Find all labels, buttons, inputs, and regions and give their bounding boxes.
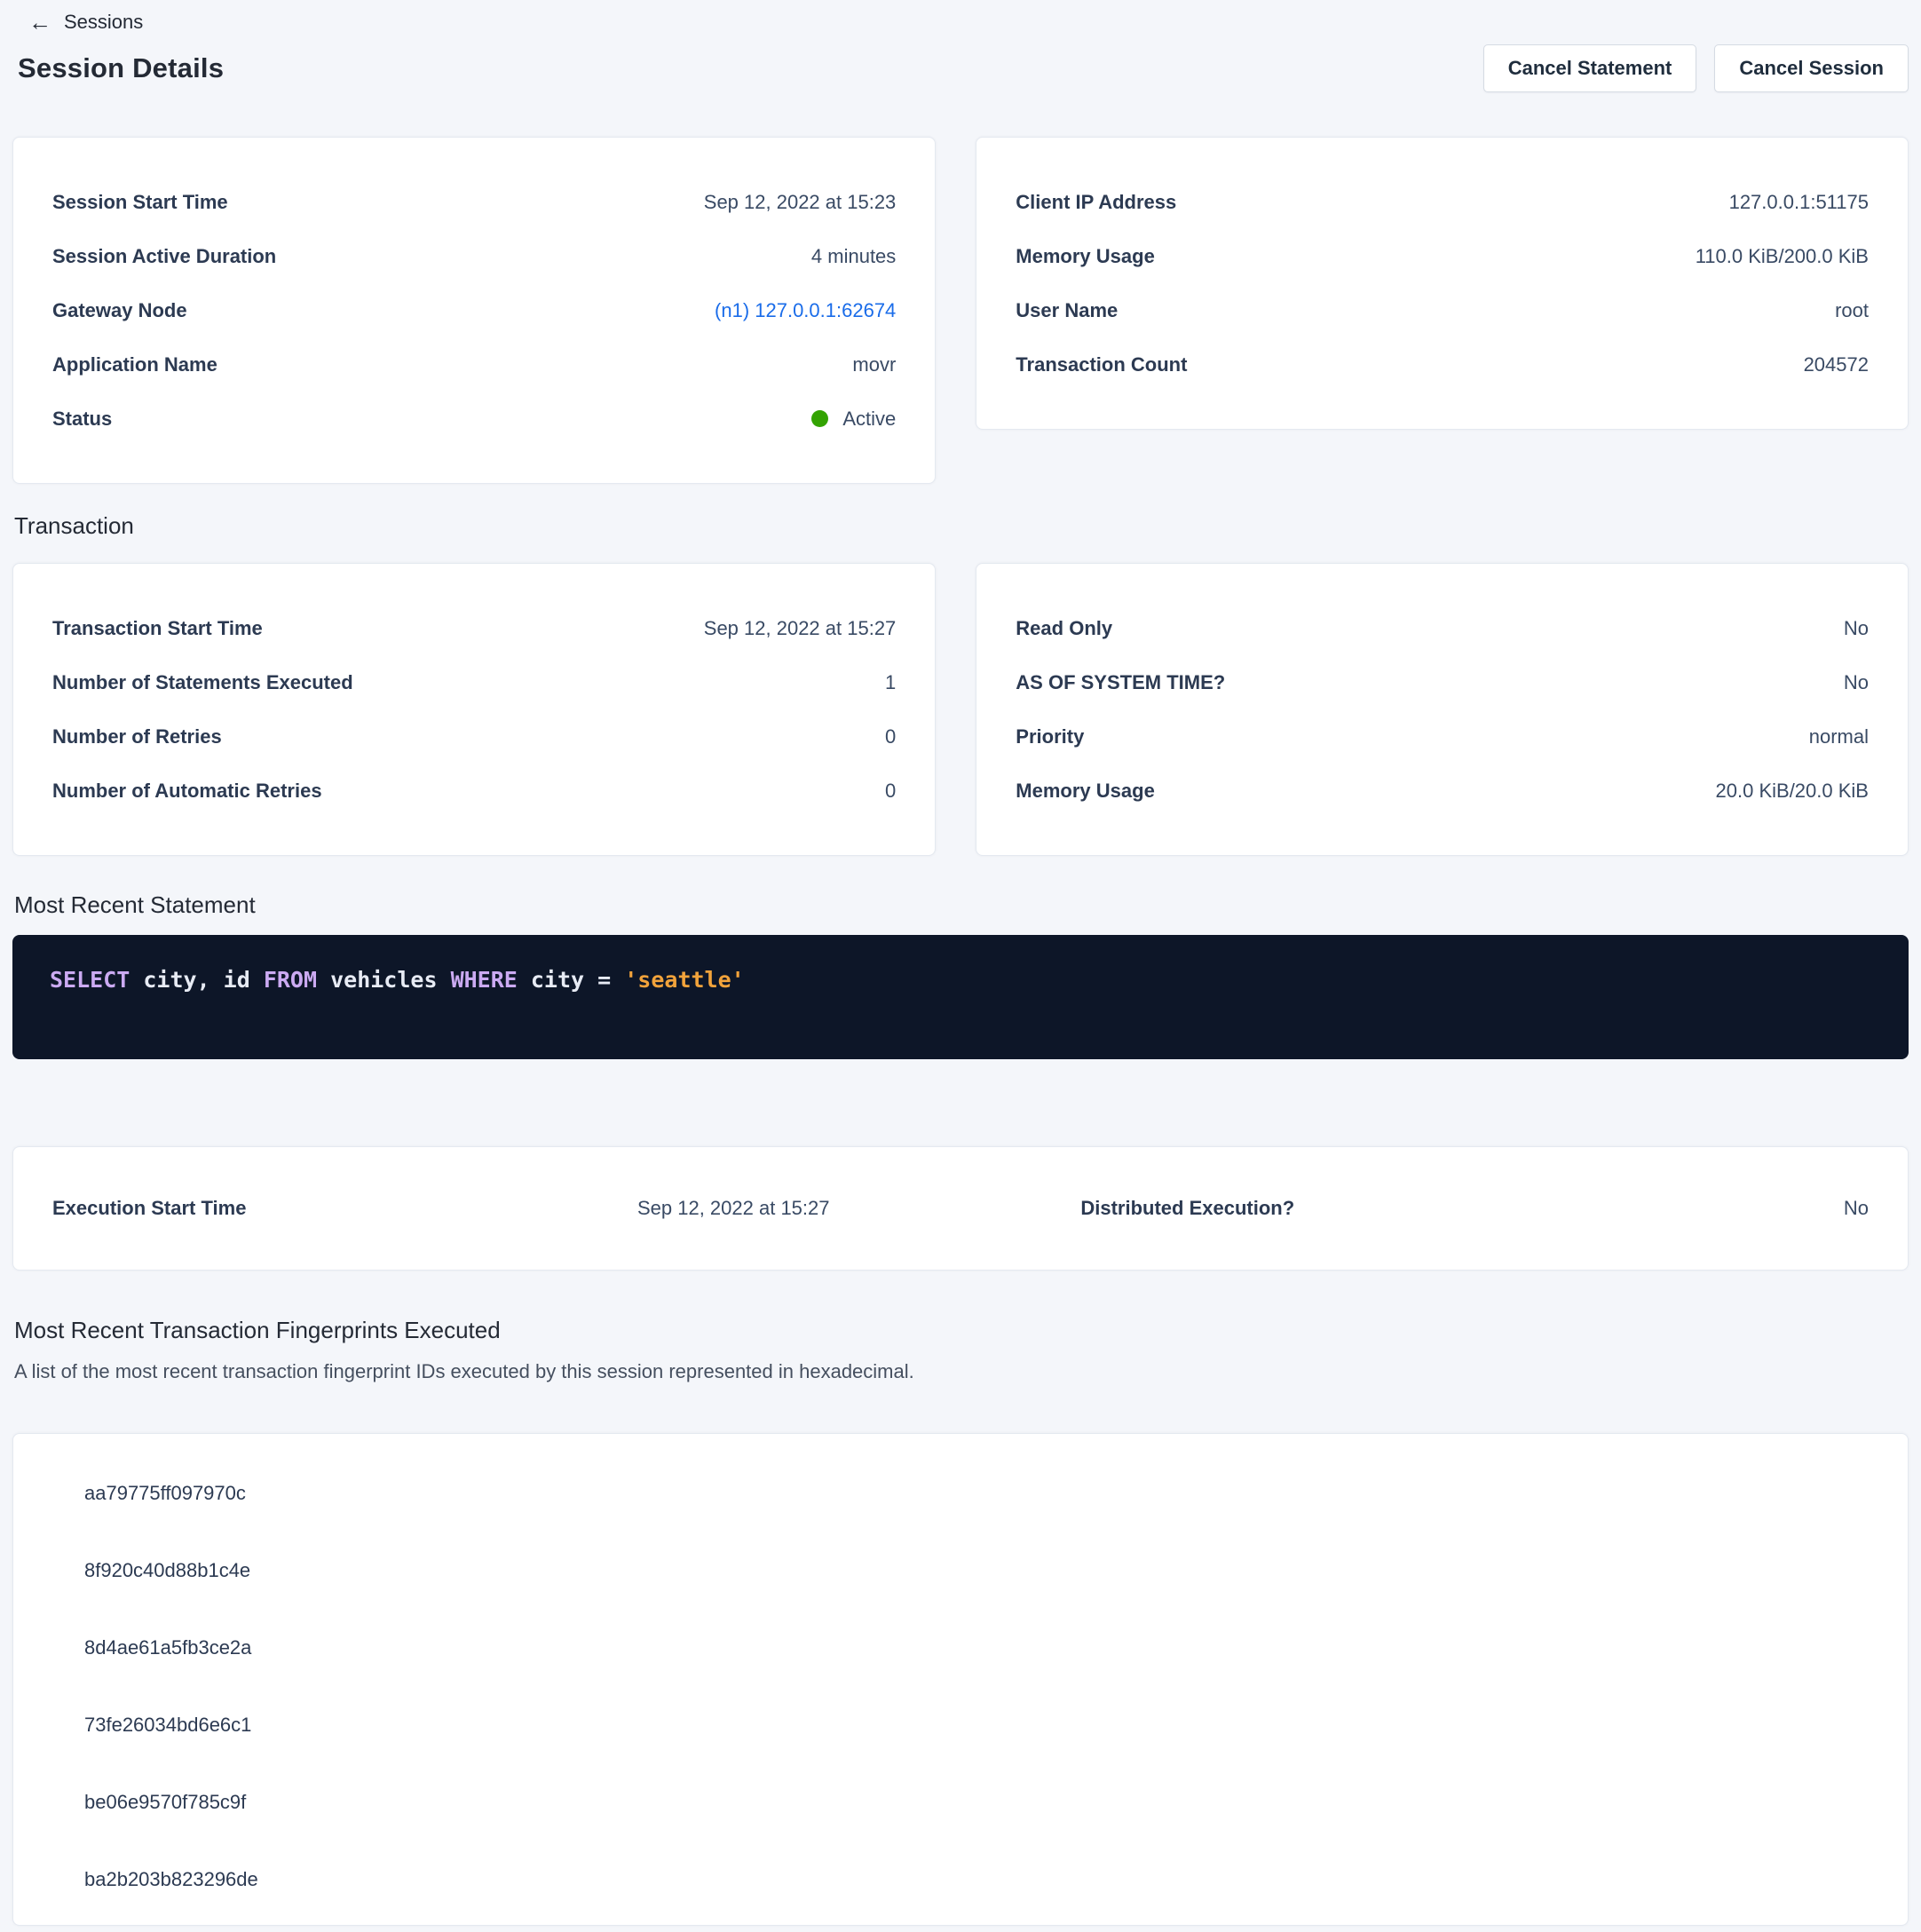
table-row: Number of Statements Executed 1 [52, 655, 896, 709]
client-ip-value: 127.0.0.1:51175 [1729, 191, 1869, 214]
detail-label: Transaction Count [1016, 353, 1187, 376]
application-name-value: movr [852, 353, 896, 376]
client-info-card: Client IP Address 127.0.0.1:51175 Memory… [976, 137, 1909, 430]
detail-label: Status [52, 408, 112, 431]
table-row: Status Active [52, 392, 896, 446]
detail-label: AS OF SYSTEM TIME? [1016, 671, 1225, 694]
detail-label: Read Only [1016, 617, 1112, 640]
transaction-summary-row: Transaction Start Time Sep 12, 2022 at 1… [12, 563, 1909, 856]
detail-label: Client IP Address [1016, 191, 1176, 214]
page-header: Session Details Cancel Statement Cancel … [12, 44, 1909, 92]
fingerprints-card: aa79775ff097970c 8f920c40d88b1c4e 8d4ae6… [12, 1433, 1909, 1926]
table-row: Transaction Start Time Sep 12, 2022 at 1… [52, 601, 896, 655]
table-row: User Name root [1016, 283, 1869, 337]
user-name-value: root [1835, 299, 1869, 322]
table-row: Session Start Time Sep 12, 2022 at 15:23 [52, 175, 896, 229]
back-to-sessions-link[interactable]: ← Sessions [28, 11, 143, 34]
fingerprints-description: A list of the most recent transaction fi… [14, 1358, 1909, 1385]
execution-info-card: Execution Start Time Sep 12, 2022 at 15:… [12, 1146, 1909, 1271]
detail-label: Application Name [52, 353, 217, 376]
session-summary-row: Session Start Time Sep 12, 2022 at 15:23… [12, 137, 1909, 484]
transaction-count-value: 204572 [1804, 353, 1869, 376]
table-row: Gateway Node (n1) 127.0.0.1:62674 [52, 283, 896, 337]
fingerprints-section-heading: Most Recent Transaction Fingerprints Exe… [14, 1317, 1909, 1344]
list-item: ba2b203b823296de [84, 1866, 1869, 1893]
detail-label: Transaction Start Time [52, 617, 263, 640]
sql-text: city = [518, 967, 624, 993]
detail-label: Memory Usage [1016, 245, 1155, 268]
sql-string-literal: 'seattle' [624, 967, 744, 993]
session-details-page: ← Sessions Session Details Cancel Statem… [0, 0, 1921, 1926]
detail-label: Session Start Time [52, 191, 228, 214]
list-item: 8f920c40d88b1c4e [84, 1557, 1869, 1584]
distributed-execution-value: No [1844, 1197, 1869, 1220]
session-info-card: Session Start Time Sep 12, 2022 at 15:23… [12, 137, 936, 484]
gateway-node-link[interactable]: (n1) 127.0.0.1:62674 [715, 299, 896, 322]
sql-text: city, id [130, 967, 264, 993]
transaction-info-card: Transaction Start Time Sep 12, 2022 at 1… [12, 563, 936, 856]
table-row: AS OF SYSTEM TIME? No [1016, 655, 1869, 709]
table-row: Number of Retries 0 [52, 709, 896, 764]
transaction-section-heading: Transaction [14, 512, 1909, 540]
cancel-statement-button[interactable]: Cancel Statement [1483, 44, 1697, 92]
cancel-session-button[interactable]: Cancel Session [1714, 44, 1909, 92]
sql-keyword: WHERE [451, 967, 518, 993]
list-item: aa79775ff097970c [84, 1480, 1869, 1507]
detail-label: Execution Start Time [52, 1197, 507, 1220]
detail-label: Distributed Execution? [1080, 1197, 1294, 1220]
table-row: Application Name movr [52, 337, 896, 392]
detail-label: Priority [1016, 725, 1084, 748]
table-row: Client IP Address 127.0.0.1:51175 [1016, 175, 1869, 229]
statements-executed-value: 1 [885, 671, 896, 694]
detail-label: Memory Usage [1016, 780, 1155, 803]
table-row: Priority normal [1016, 709, 1869, 764]
sql-text: vehicles [317, 967, 451, 993]
list-item: 8d4ae61a5fb3ce2a [84, 1635, 1869, 1661]
status-text: Active [842, 408, 896, 431]
txn-memory-usage-value: 20.0 KiB/20.0 KiB [1716, 780, 1869, 803]
sql-keyword: FROM [264, 967, 317, 993]
detail-label: Number of Automatic Retries [52, 780, 322, 803]
table-row: Number of Automatic Retries 0 [52, 764, 896, 818]
statement-section-heading: Most Recent Statement [14, 891, 1909, 919]
detail-label: Number of Retries [52, 725, 222, 748]
session-start-time-value: Sep 12, 2022 at 15:23 [704, 191, 897, 214]
status-dot-icon [811, 410, 828, 427]
sql-statement-box: SELECT city, id FROM vehicles WHERE city… [12, 935, 1909, 1059]
automatic-retries-value: 0 [885, 780, 896, 803]
list-item: 73fe26034bd6e6c1 [84, 1712, 1869, 1738]
table-row: Read Only No [1016, 601, 1869, 655]
priority-value: normal [1809, 725, 1869, 748]
table-row: Session Active Duration 4 minutes [52, 229, 896, 283]
detail-label: User Name [1016, 299, 1118, 322]
execution-start-time-value: Sep 12, 2022 at 15:27 [637, 1197, 830, 1220]
sql-statement-text: SELECT city, id FROM vehicles WHERE city… [50, 967, 745, 993]
page-title: Session Details [18, 52, 224, 84]
status-badge: Active [811, 408, 896, 431]
arrow-left-icon: ← [28, 11, 51, 34]
table-row: Memory Usage 20.0 KiB/20.0 KiB [1016, 764, 1869, 818]
list-item: be06e9570f785c9f [84, 1789, 1869, 1816]
sql-keyword: SELECT [50, 967, 130, 993]
header-actions: Cancel Statement Cancel Session [1483, 44, 1909, 92]
breadcrumb: ← Sessions [28, 0, 1909, 34]
table-row: Transaction Count 204572 [1016, 337, 1869, 392]
transaction-props-card: Read Only No AS OF SYSTEM TIME? No Prior… [976, 563, 1909, 856]
breadcrumb-label: Sessions [64, 11, 143, 34]
session-duration-value: 4 minutes [811, 245, 896, 268]
retries-value: 0 [885, 725, 896, 748]
as-of-system-time-value: No [1844, 671, 1869, 694]
transaction-start-time-value: Sep 12, 2022 at 15:27 [704, 617, 897, 640]
memory-usage-value: 110.0 KiB/200.0 KiB [1696, 245, 1869, 268]
detail-label: Number of Statements Executed [52, 671, 353, 694]
read-only-value: No [1844, 617, 1869, 640]
detail-label: Session Active Duration [52, 245, 276, 268]
detail-label: Gateway Node [52, 299, 187, 322]
table-row: Memory Usage 110.0 KiB/200.0 KiB [1016, 229, 1869, 283]
